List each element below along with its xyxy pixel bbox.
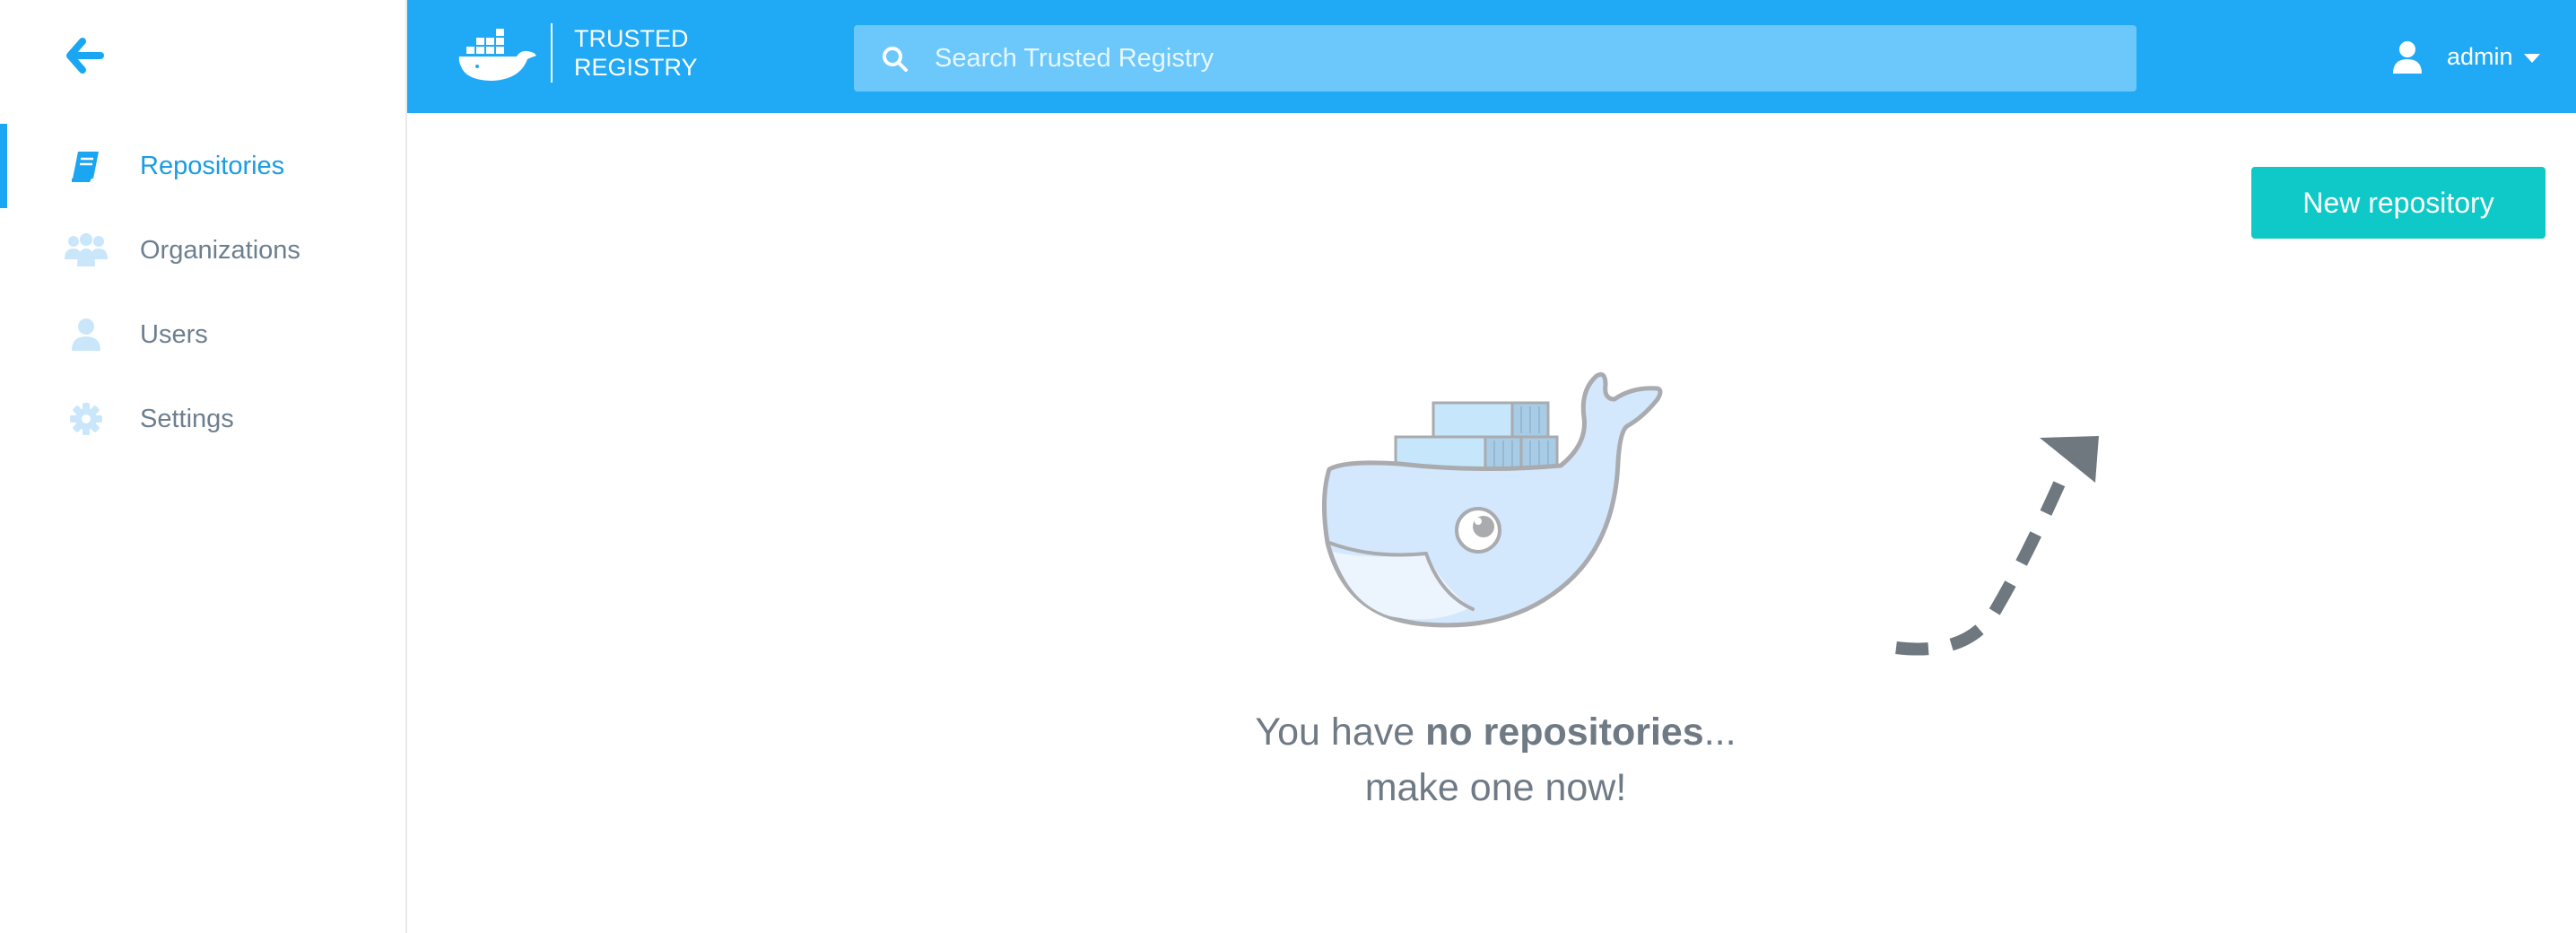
- docker-whale-icon: [458, 29, 536, 81]
- user-icon: [65, 315, 108, 354]
- user-icon: [2393, 41, 2422, 74]
- empty-prefix: You have: [1255, 711, 1426, 754]
- empty-state-line2: make one now!: [1364, 766, 1627, 809]
- search-icon: [883, 47, 908, 72]
- logo-divider: [551, 23, 553, 83]
- docker-logo: [457, 23, 538, 86]
- sidebar-item-label: Users: [140, 319, 208, 349]
- docker-whale-illustration: [1321, 371, 1663, 628]
- group-icon: [65, 231, 108, 270]
- search-input[interactable]: [933, 25, 2117, 92]
- sidebar-item-label: Repositories: [140, 151, 285, 180]
- caret-down-icon: [2524, 54, 2540, 63]
- product-name-line2: REGISTRY: [574, 54, 698, 81]
- user-menu[interactable]: admin: [2389, 32, 2560, 83]
- sidebar-item-label: Organizations: [140, 235, 300, 265]
- arrow-left-icon: [66, 38, 104, 74]
- sidebar-item-users[interactable]: Users: [0, 292, 405, 377]
- sidebar-item-label: Settings: [140, 404, 234, 433]
- gear-icon: [65, 399, 108, 439]
- dashed-arrow-icon: [1895, 436, 2099, 656]
- search-bar[interactable]: [854, 25, 2137, 92]
- top-bar: TRUSTED REGISTRY admin: [407, 0, 2576, 113]
- book-icon: [65, 146, 108, 186]
- sidebar-item-settings[interactable]: Settings: [0, 377, 405, 461]
- product-name: TRUSTED REGISTRY: [574, 24, 698, 82]
- sidebar-nav: Repositories Organizations Users Setting…: [0, 124, 405, 461]
- new-repository-button[interactable]: New repository: [2251, 167, 2546, 239]
- empty-state-message: You have no repositories... make one now…: [1076, 704, 1915, 815]
- user-name: admin: [2447, 43, 2513, 70]
- empty-state-line1: You have no repositories...: [1076, 704, 1915, 760]
- sidebar: Repositories Organizations Users Setting…: [0, 0, 407, 933]
- product-name-line1: TRUSTED: [574, 25, 689, 52]
- sidebar-item-organizations[interactable]: Organizations: [0, 208, 405, 292]
- empty-emphasis: no repositories: [1425, 711, 1704, 754]
- active-indicator: [0, 124, 7, 208]
- sidebar-item-repositories[interactable]: Repositories: [0, 124, 405, 208]
- back-button[interactable]: [63, 36, 108, 75]
- empty-suffix: ...: [1703, 711, 1736, 754]
